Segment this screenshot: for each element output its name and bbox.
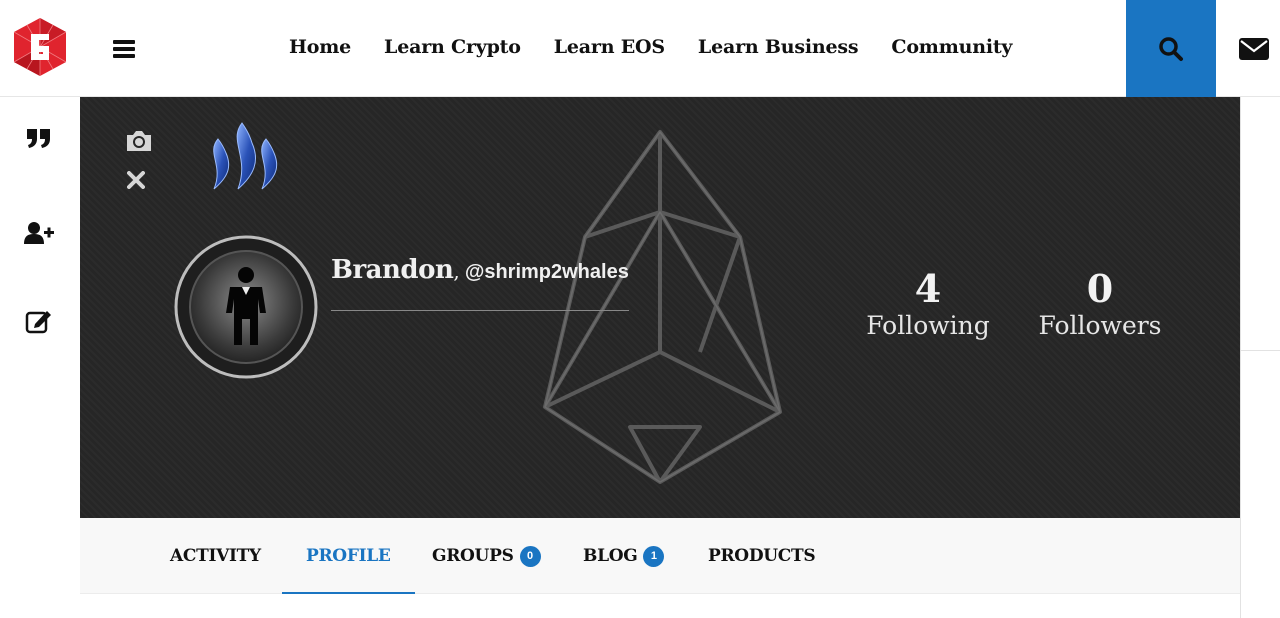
- hamburger-bar: [113, 54, 135, 58]
- nav-learn-crypto[interactable]: Learn Crypto: [384, 36, 521, 58]
- tab-label: ACTIVITY: [170, 546, 261, 566]
- profile-cover: Brandon, @shrimp2whales 4 Following 0 Fo…: [80, 97, 1240, 518]
- eos-logo-background: [543, 130, 782, 484]
- add-user-icon: [24, 222, 54, 244]
- profile-tabs: ACTIVITY PROFILE GROUPS 0 BLOG 1 PRODUCT…: [80, 518, 1240, 594]
- hamburger-bar: [113, 47, 135, 51]
- followers-stat[interactable]: 0 Followers: [1025, 267, 1175, 341]
- edit-icon: [25, 311, 51, 334]
- add-friend-button[interactable]: [24, 220, 54, 246]
- tab-blog[interactable]: BLOG 1: [583, 518, 665, 594]
- following-count: 4: [914, 266, 942, 311]
- profile-name-block: Brandon, @shrimp2whales: [331, 255, 631, 285]
- avatar[interactable]: [174, 235, 318, 379]
- tab-label: GROUPS: [432, 546, 514, 566]
- nav-community[interactable]: Community: [891, 36, 1012, 58]
- divider: [1241, 350, 1280, 351]
- blog-count-badge: 1: [643, 545, 665, 567]
- profile-handle: @shrimp2whales: [464, 261, 629, 283]
- tab-label: PRODUCTS: [708, 546, 816, 566]
- menu-toggle-button[interactable]: [113, 40, 135, 58]
- site-logo[interactable]: [11, 16, 69, 78]
- search-button[interactable]: [1126, 0, 1216, 97]
- camera-icon[interactable]: [125, 129, 153, 153]
- tab-label: BLOG: [583, 546, 638, 566]
- tab-profile[interactable]: PROFILE: [282, 518, 415, 594]
- nav-home[interactable]: Home: [289, 36, 351, 58]
- search-icon: [1159, 36, 1183, 61]
- envelope-icon[interactable]: [1238, 36, 1270, 62]
- tab-activity[interactable]: ACTIVITY: [170, 518, 261, 594]
- name-separator: ,: [453, 259, 460, 283]
- main-nav: Home Learn Crypto Learn EOS Learn Busine…: [289, 36, 1045, 58]
- tab-label: PROFILE: [306, 546, 391, 566]
- close-icon[interactable]: [127, 171, 145, 189]
- left-rail: [0, 97, 80, 618]
- compose-button[interactable]: [24, 308, 54, 334]
- right-panel-edge: [1240, 97, 1280, 618]
- hamburger-icon: [113, 40, 135, 44]
- quote-icon: [27, 129, 50, 148]
- nav-learn-eos[interactable]: Learn EOS: [554, 36, 665, 58]
- tab-groups[interactable]: GROUPS 0: [432, 518, 541, 594]
- steem-logo: [213, 122, 278, 190]
- followers-count: 0: [1086, 266, 1114, 311]
- top-bar: Home Learn Crypto Learn EOS Learn Busine…: [0, 0, 1280, 97]
- groups-count-badge: 0: [519, 545, 541, 567]
- following-label: Following: [866, 311, 990, 340]
- quote-button[interactable]: [24, 125, 54, 151]
- following-stat[interactable]: 4 Following: [853, 267, 1003, 341]
- tab-products[interactable]: PRODUCTS: [708, 518, 816, 594]
- nav-learn-business[interactable]: Learn Business: [698, 36, 859, 58]
- profile-name: Brandon: [331, 255, 454, 285]
- name-divider: [331, 310, 629, 311]
- followers-label: Followers: [1038, 311, 1162, 340]
